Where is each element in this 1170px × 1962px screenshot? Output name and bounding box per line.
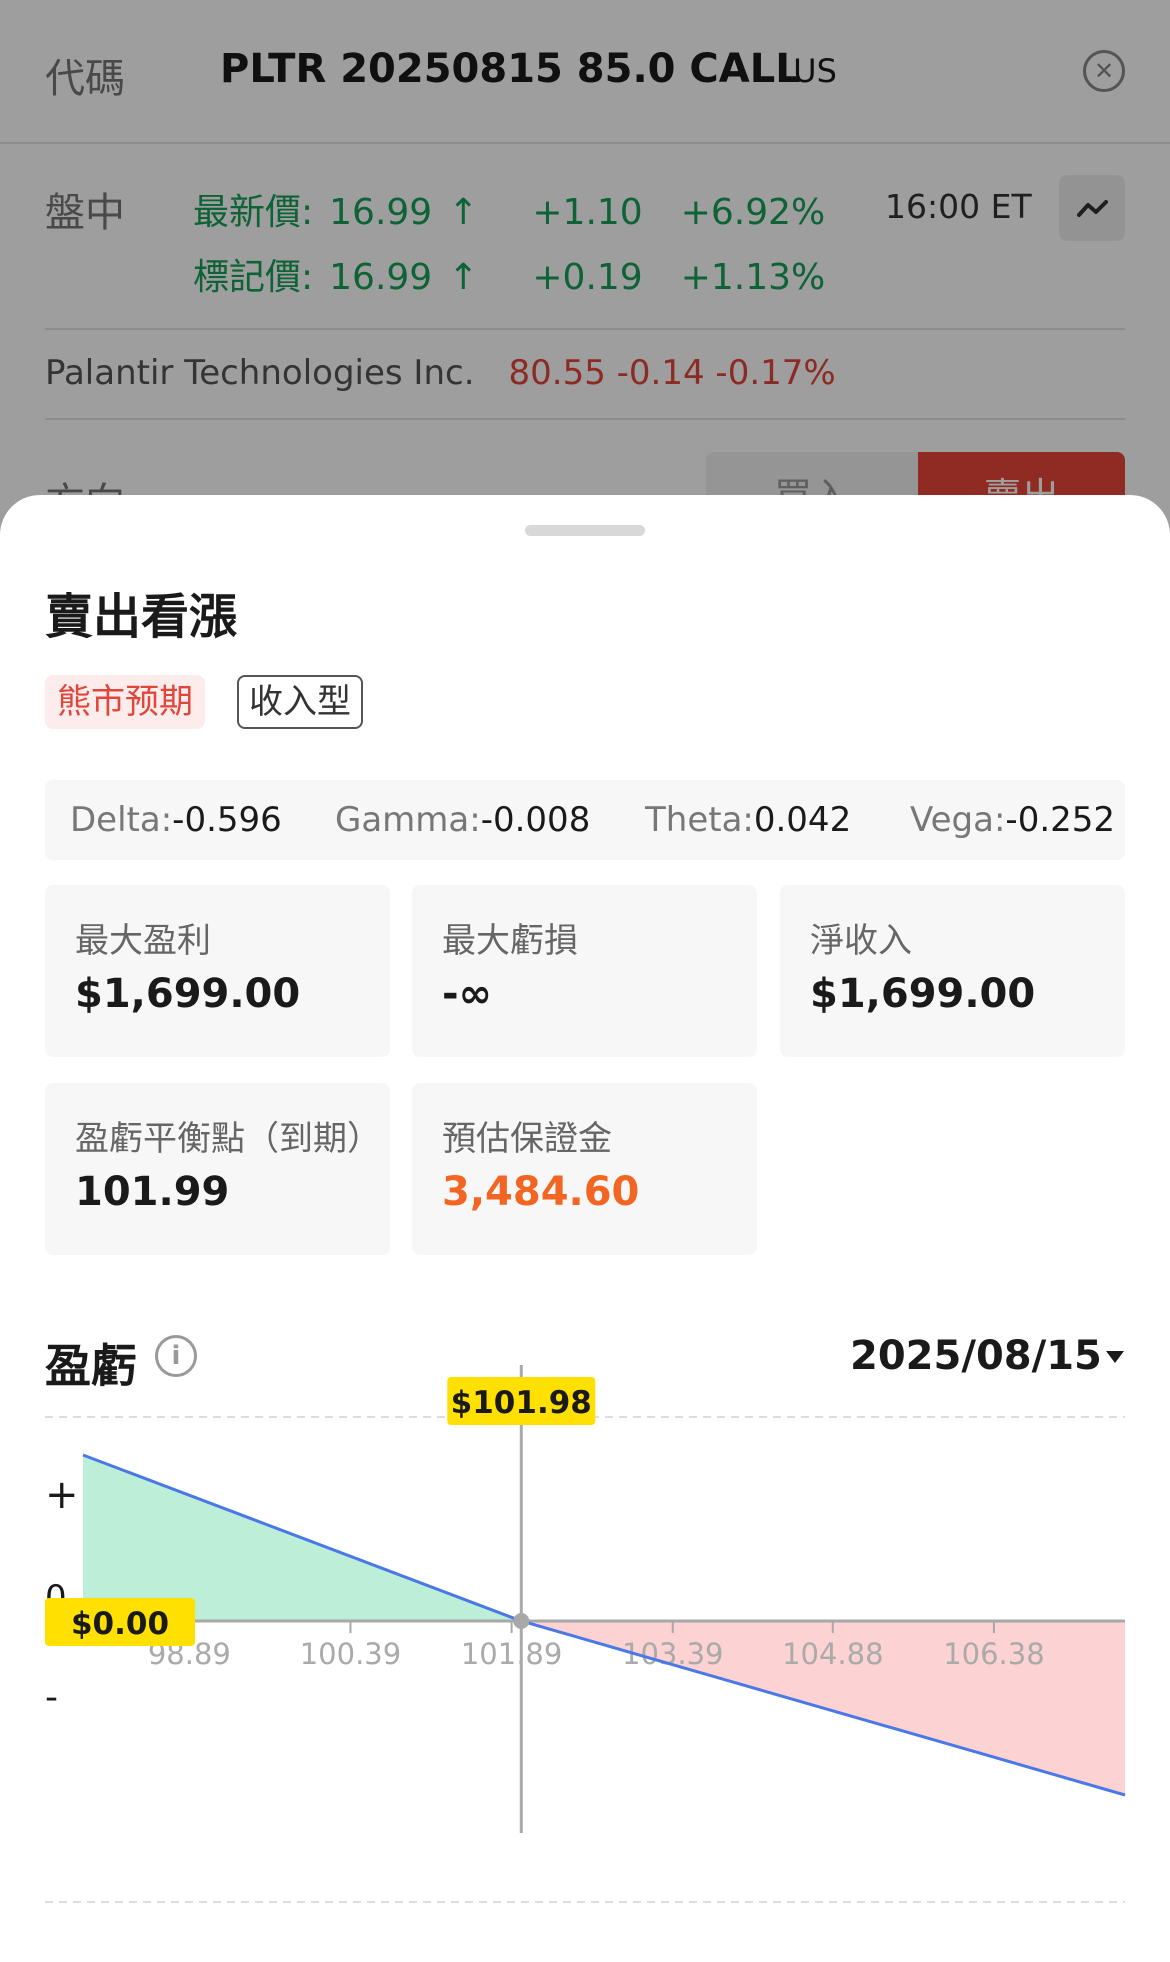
mark-price-label: 標記價: (193, 257, 314, 298)
metric-label: 預估保證金 (442, 1119, 612, 1159)
code-row: 代碼 PLTR 20250815 85.0 CALL .US ✕ (45, 40, 1125, 110)
strategy-bottom-sheet: 賣出看漲 熊市预期 收入型 Delta:-0.596 Gamma:-0.008 … (0, 495, 1170, 1962)
last-change: +1.10 (532, 192, 643, 233)
last-price-line: 最新價: 16.99 ↑ +1.10 +6.92% (193, 183, 841, 235)
up-arrow-icon: ↑ (448, 192, 479, 233)
greek-value: 0.042 (753, 800, 852, 840)
greek-name: Vega: (910, 800, 1006, 840)
metric-label: 盈虧平衡點（到期） (75, 1119, 381, 1159)
trend-icon (1077, 200, 1108, 217)
metric-value: -∞ (442, 971, 492, 1017)
last-change-pct: +6.92% (680, 192, 826, 233)
greek-value: -0.008 (480, 800, 591, 840)
divider (0, 142, 1170, 144)
metric-label: 最大盈利 (75, 921, 211, 961)
metric-label: 淨收入 (810, 921, 912, 961)
greek-name: Theta: (645, 800, 754, 840)
greek-value: -0.596 (172, 800, 282, 840)
divider (45, 328, 1125, 330)
x-tick-label: 101.89 (461, 1637, 562, 1671)
y-label-plus: + (45, 1472, 79, 1518)
last-price-label: 最新價: (193, 192, 314, 233)
x-tick-label: 106.38 (943, 1637, 1044, 1671)
greek-value: -0.252 (1005, 800, 1116, 840)
x-tick-label: 100.39 (300, 1637, 401, 1671)
option-symbol[interactable]: PLTR 20250815 85.0 CALL (220, 46, 801, 92)
pl-chart-svg[interactable]: 98.89100.39101.89103.39104.88106.38+0-$1… (0, 1365, 1170, 1925)
dropdown-arrow-icon[interactable] (1106, 1351, 1124, 1363)
quote-time: 16:00 ET (885, 187, 1032, 226)
divider (45, 418, 1125, 420)
mark-change: +0.19 (532, 257, 643, 298)
metric-value: $1,699.00 (75, 971, 301, 1017)
underlying-row[interactable]: Palantir Technologies Inc. 80.55 -0.14 -0… (45, 353, 836, 393)
metric-card-max-profit: 最大盈利 $1,699.00 (45, 885, 390, 1057)
mark-price-line: 標記價: 16.99 ↑ +0.19 +1.13% (193, 248, 841, 300)
mark-change-pct: +1.13% (680, 257, 826, 298)
close-circle-icon[interactable]: ✕ (1083, 50, 1125, 92)
y-label-minus: - (45, 1677, 58, 1718)
x-tick-label: 104.88 (782, 1637, 883, 1671)
crosshair-dot (513, 1613, 530, 1629)
greek-name: Gamma: (335, 800, 481, 840)
trend-chart-button[interactable] (1059, 175, 1125, 241)
mark-price: 16.99 (329, 257, 433, 298)
zero-value-label: $0.00 (71, 1606, 169, 1642)
underlying-name: Palantir Technologies Inc. (45, 353, 475, 393)
quote-row: 盤中 最新價: 16.99 ↑ +1.10 +6.92% 標記價: 16.99 ↑ +0.19… (45, 175, 1125, 305)
crosshair-value-label: $101.98 (451, 1385, 592, 1421)
metric-value: $1,699.00 (810, 971, 1036, 1017)
strategy-title: 賣出看漲 (45, 589, 238, 645)
greeks-bar: Delta:-0.596 Gamma:-0.008 Theta:0.042 Ve… (45, 780, 1125, 860)
code-label: 代碼 (45, 56, 125, 102)
metric-card-breakeven: 盈虧平衡點（到期） 101.99 (45, 1083, 390, 1255)
tag-income: 收入型 (237, 675, 363, 729)
metric-label: 最大虧損 (442, 921, 578, 961)
metric-card-max-loss: 最大虧損 -∞ (412, 885, 757, 1057)
market-suffix: .US (783, 52, 837, 90)
tag-bearish: 熊市预期 (45, 675, 205, 729)
metric-card-margin: 預估保證金 3,484.60 (412, 1083, 757, 1255)
greek-name: Delta: (70, 800, 173, 840)
drag-handle[interactable] (525, 525, 645, 536)
metric-value: 101.99 (75, 1169, 230, 1215)
session-label: 盤中 (45, 190, 125, 236)
greek-theta: Theta:0.042 (645, 800, 851, 840)
metric-value: 3,484.60 (442, 1169, 640, 1215)
greek-gamma: Gamma:-0.008 (335, 800, 590, 840)
up-arrow-icon: ↑ (448, 257, 479, 298)
greek-delta: Delta:-0.596 (70, 800, 282, 840)
last-price: 16.99 (329, 192, 433, 233)
underlying-quote: 80.55 -0.14 -0.17% (508, 353, 836, 393)
order-page-background: 代碼 PLTR 20250815 85.0 CALL .US ✕ 盤中 最新價:… (0, 0, 1170, 560)
pl-chart[interactable]: 98.89100.39101.89103.39104.88106.38+0-$1… (0, 1365, 1170, 1925)
metric-card-net-income: 淨收入 $1,699.00 (780, 885, 1125, 1057)
greek-vega: Vega:-0.252 (910, 800, 1115, 840)
